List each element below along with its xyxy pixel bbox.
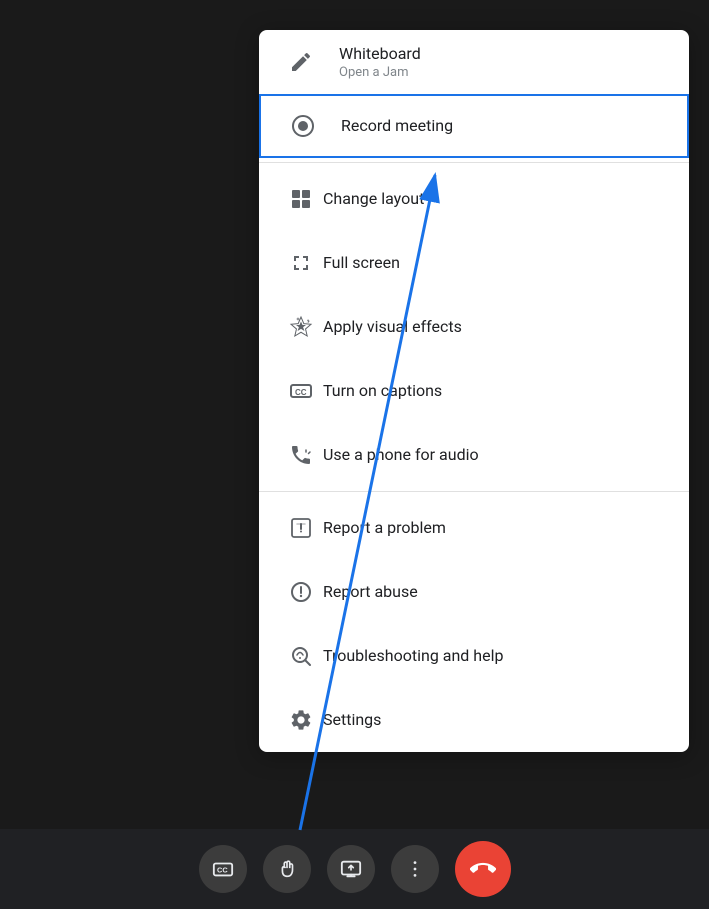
menu-item-troubleshooting[interactable]: Troubleshooting and help [259,624,689,688]
record-icon [281,114,325,138]
settings-label: Settings [323,710,381,731]
menu-item-report-problem[interactable]: Report a problem [259,496,689,560]
divider-2 [259,491,689,492]
settings-icon [279,708,323,732]
divider-1 [259,162,689,163]
troubleshooting-icon [279,644,323,668]
captions-label: Turn on captions [323,381,442,402]
menu-item-captions[interactable]: CC Turn on captions [259,359,689,423]
whiteboard-label: Whiteboard [339,44,421,65]
troubleshooting-label: Troubleshooting and help [323,646,503,667]
bottom-toolbar: CC [0,829,709,909]
menu-item-record-meeting[interactable]: Record meeting [259,94,689,158]
phone-audio-label: Use a phone for audio [323,445,479,466]
report-problem-icon [279,516,323,540]
report-abuse-label: Report abuse [323,582,418,603]
captions-icon: CC [279,379,323,403]
whiteboard-sublabel: Open a Jam [339,65,421,80]
present-button[interactable] [327,845,375,893]
svg-text:CC: CC [295,388,307,397]
more-options-button[interactable] [391,845,439,893]
menu-item-whiteboard[interactable]: Whiteboard Open a Jam [259,30,689,94]
raise-hand-button[interactable] [263,845,311,893]
context-menu: Whiteboard Open a Jam Record meeting Cha… [259,30,689,752]
menu-item-phone-audio[interactable]: Use a phone for audio [259,423,689,487]
svg-text:CC: CC [217,866,228,875]
fullscreen-icon [279,251,323,275]
full-screen-label: Full screen [323,253,400,274]
menu-item-change-layout[interactable]: Change layout [259,167,689,231]
captions-button[interactable]: CC [199,845,247,893]
whiteboard-icon [279,50,323,74]
menu-item-report-abuse[interactable]: Report abuse [259,560,689,624]
menu-item-visual-effects[interactable]: Apply visual effects [259,295,689,359]
layout-icon [279,187,323,211]
effects-icon [279,315,323,339]
visual-effects-label: Apply visual effects [323,317,462,338]
phone-audio-icon [279,443,323,467]
menu-item-full-screen[interactable]: Full screen [259,231,689,295]
menu-item-settings[interactable]: Settings [259,688,689,752]
record-meeting-label: Record meeting [341,116,453,137]
report-abuse-icon [279,580,323,604]
change-layout-label: Change layout [323,189,424,210]
report-problem-label: Report a problem [323,518,446,539]
end-call-button[interactable] [455,841,511,897]
